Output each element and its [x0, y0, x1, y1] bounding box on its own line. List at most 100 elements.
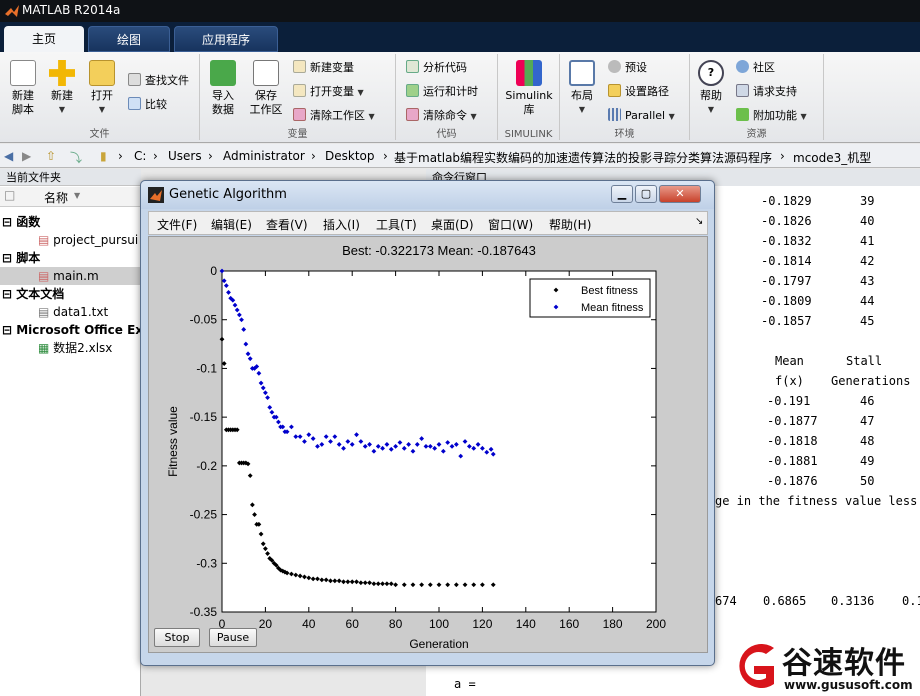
x-tick-label: 180 — [603, 617, 623, 631]
section-label-resources: 资源 — [746, 129, 767, 140]
import-data-button[interactable]: 导入 数据 — [208, 60, 238, 117]
breadcrumb-administrator[interactable]: Administrator — [223, 149, 305, 163]
mean-fx-value: -0.1797 — [761, 274, 812, 288]
add-ons-button[interactable]: 附加功能 ▼ — [736, 107, 807, 125]
clear-commands-button[interactable]: 清除命令 ▼ — [406, 107, 477, 125]
folder-icon: ▮ — [100, 149, 107, 163]
support-icon — [736, 84, 749, 97]
tab-plots[interactable]: 绘图 — [88, 26, 170, 52]
y-tick-label: -0.25 — [190, 508, 218, 522]
new-script-button[interactable]: 新建 脚本 — [6, 60, 40, 117]
clear-workspace-button[interactable]: 清除工作区 ▼ — [293, 107, 375, 125]
stall-generations-value: 40 — [860, 214, 875, 228]
back-arrow-icon[interactable]: ◀ — [4, 149, 13, 163]
analyze-code-button[interactable]: 分析代码 — [406, 59, 467, 77]
close-button[interactable]: ✕ — [659, 185, 701, 203]
run-and-time-button[interactable]: 运行和计时 — [406, 83, 478, 101]
group-text-docs[interactable]: ⊟ 文本文档 — [2, 285, 64, 303]
mean-fx-value: -0.1809 — [761, 294, 812, 308]
parallel-button[interactable]: Parallel ▼ — [608, 107, 675, 125]
mean-fx-value: -0.1826 — [761, 214, 812, 228]
breadcrumb-desktop[interactable]: Desktop — [325, 149, 375, 163]
group-scripts[interactable]: ⊟ 脚本 — [2, 249, 40, 267]
plot-area — [221, 270, 657, 613]
new-variable-icon — [293, 60, 306, 73]
stall-generations-value: 44 — [860, 294, 875, 308]
file-item[interactable]: ▦ 数据2.xlsx — [38, 339, 112, 357]
new-variable-button[interactable]: 新建变量 — [293, 59, 354, 77]
menu-tools[interactable]: 工具(T) — [376, 216, 417, 233]
dock-arrow-icon[interactable]: ↘ — [695, 216, 703, 227]
menu-desktop[interactable]: 桌面(D) — [431, 216, 474, 233]
new-script-icon — [10, 60, 36, 86]
mean-fx-value: -0.1814 — [761, 254, 812, 268]
stop-message-text: ge in the fitness value less t — [715, 494, 920, 508]
stall-generations-value: 43 — [860, 274, 875, 288]
y-tick-label: -0.3 — [196, 556, 217, 570]
result-value: 674 — [715, 594, 737, 608]
menu-edit[interactable]: 编辑(E) — [211, 216, 252, 233]
forward-arrow-icon[interactable]: ▶ — [22, 149, 31, 163]
column-name[interactable]: 名称 — [44, 189, 68, 206]
layout-button[interactable]: 布局 ▼ — [566, 60, 598, 117]
open-variable-button[interactable]: 打开变量 ▼ — [293, 83, 364, 101]
save-workspace-button[interactable]: 保存 工作区 — [248, 60, 284, 117]
stop-button[interactable]: Stop — [154, 628, 200, 647]
chart-title: Best: -0.322173 Mean: -0.187643 — [342, 243, 536, 258]
collapse-icon[interactable]: ⊟ — [2, 287, 16, 301]
breadcrumb-c[interactable]: C: — [134, 149, 146, 163]
current-folder-title: 当前文件夹 — [0, 169, 141, 186]
set-path-button[interactable]: 设置路径 — [608, 83, 669, 101]
file-item[interactable]: ▤ data1.txt — [38, 303, 108, 321]
address-bar: ◀ ▶ ⇧ ⤵ ▮ › C: › Users › Administrator ›… — [0, 144, 920, 168]
file-item-selected[interactable]: ▤ main.m — [0, 267, 141, 285]
maximize-button[interactable]: ▢ — [635, 185, 657, 203]
tab-home[interactable]: 主页 — [4, 26, 84, 52]
mean-fx-value: -0.1818 — [767, 434, 818, 448]
breadcrumb-mcode3[interactable]: mcode3_机型 — [793, 149, 871, 166]
up-folder-icon[interactable]: ⇧ — [46, 149, 56, 163]
pause-button[interactable]: Pause — [209, 628, 257, 647]
menu-window[interactable]: 窗口(W) — [488, 216, 533, 233]
minimize-button[interactable]: ▁ — [611, 185, 633, 203]
find-files-button[interactable]: 查找文件 — [128, 72, 189, 90]
group-functions[interactable]: ⊟ 函数 — [2, 213, 40, 231]
result-value: 0.3136 — [831, 594, 875, 608]
request-support-button[interactable]: 请求支持 — [736, 83, 797, 101]
menu-help[interactable]: 帮助(H) — [549, 216, 591, 233]
menu-insert[interactable]: 插入(I) — [323, 216, 360, 233]
menu-file[interactable]: 文件(F) — [157, 216, 197, 233]
community-button[interactable]: 社区 — [736, 59, 775, 77]
breadcrumb-users[interactable]: Users — [168, 149, 202, 163]
collapse-icon[interactable]: ⊟ — [2, 251, 16, 265]
result-value: 0.6865 — [763, 594, 807, 608]
group-office[interactable]: ⊟ Microsoft Office Exc — [2, 321, 141, 339]
stall-generations-value: 41 — [860, 234, 875, 248]
y-tick-label: 0 — [210, 264, 217, 278]
collapse-icon[interactable]: ⊟ — [2, 215, 16, 229]
menu-view[interactable]: 查看(V) — [266, 216, 308, 233]
file-item[interactable]: ▤ project_pursui — [38, 231, 138, 249]
tab-apps[interactable]: 应用程序 — [174, 26, 278, 52]
watermark-brand: 谷速软件 — [782, 646, 906, 681]
simulink-library-button[interactable]: Simulink 库 — [504, 60, 554, 117]
figure-title-bar[interactable]: Genetic Algorithm ▁ ▢ ✕ — [141, 181, 714, 209]
address-separator: › — [311, 149, 316, 163]
simulink-library-icon — [516, 60, 542, 86]
current-folder-panel: 当前文件夹 □ 名称 ▼ ⊟ 函数 ▤ project_pursui ⊟ 脚本 … — [0, 169, 141, 696]
open-button[interactable]: 打开 ▼ — [86, 60, 118, 117]
preferences-button[interactable]: 预设 — [608, 59, 647, 77]
x-tick-label: 100 — [429, 617, 449, 631]
mean-fx-value: -0.1857 — [761, 314, 812, 328]
genetic-algorithm-figure-window[interactable]: Genetic Algorithm ▁ ▢ ✕ 文件(F) 编辑(E) 查看(V… — [140, 180, 715, 666]
figure-menu-bar: 文件(F) 编辑(E) 查看(V) 插入(I) 工具(T) 桌面(D) 窗口(W… — [148, 211, 708, 235]
compare-button[interactable]: 比较 — [128, 96, 167, 114]
find-files-icon — [128, 73, 141, 86]
section-label-environment: 环境 — [614, 129, 635, 140]
browse-folder-icon[interactable]: ⤵ — [70, 149, 82, 166]
breadcrumb-project-folder[interactable]: 基于matlab编程实数编码的加速遗传算法的投影寻踪分类算法源码程序 — [394, 149, 772, 166]
address-separator: › — [383, 149, 388, 163]
collapse-icon[interactable]: ⊟ — [2, 323, 16, 337]
new-button[interactable]: 新建 ▼ — [46, 60, 78, 117]
help-button[interactable]: ? 帮助 ▼ — [696, 60, 726, 117]
